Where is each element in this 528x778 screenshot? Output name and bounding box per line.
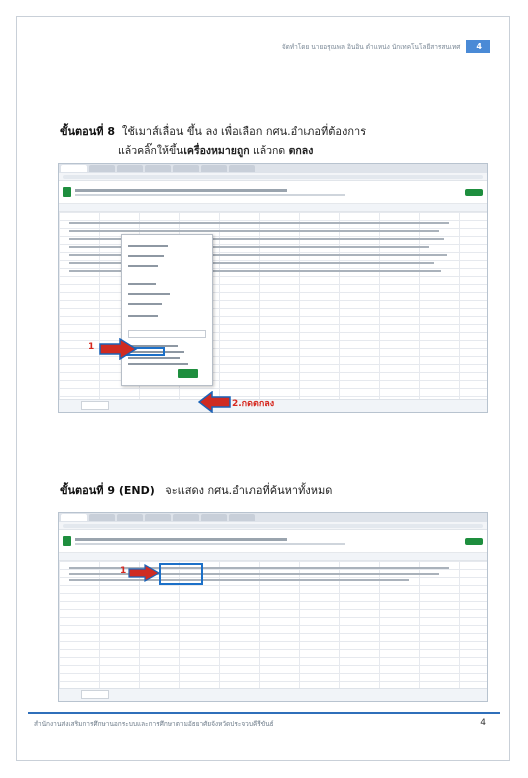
step8-subtitle: แล้วคลิ๊กให้ขึ้นเครื่องหมายถูก แล้วกด ตก… — [118, 142, 313, 159]
step8-marker-2: 2.กดตกลง — [232, 399, 275, 409]
sheets-toolbar — [59, 204, 487, 212]
step8-sub-bold2: ตกลง — [288, 145, 314, 157]
browser-tabbar — [59, 164, 487, 173]
sheets-icon-2 — [63, 536, 71, 546]
page-header: จัดทำโดย นายอรุณพล อินอิน ตำแหน่ง นักเทค… — [282, 40, 490, 53]
share-button-2 — [465, 537, 483, 545]
footer-rule — [28, 712, 500, 714]
step8-marker-1: 1 — [88, 342, 95, 352]
footer-page-number: 4 — [480, 718, 486, 728]
step9-screenshot — [58, 512, 488, 702]
header-author: จัดทำโดย นายอรุณพล อินอิน ตำแหน่ง นักเทค… — [281, 42, 461, 51]
step8-label: ขั้นตอนที่ 8 — [60, 125, 116, 138]
header-page-number: 4 — [466, 40, 490, 53]
filter-panel — [121, 234, 213, 386]
filter-ok-button — [178, 369, 198, 378]
step8-title: ขั้นตอนที่ 8 ใช้เมาส์เลื่อน ขึ้น ลง เพื่… — [60, 122, 366, 140]
arrow-right-icon-2 — [128, 564, 160, 582]
step9-title: ขั้นตอนที่ 9 (END) จะแสดง กศน.อำเภอที่ค้… — [60, 481, 332, 499]
browser-urlbar — [59, 173, 487, 181]
arrow-right-icon — [99, 338, 138, 360]
sheets-icon — [63, 187, 71, 197]
step9-marker-1: 1 — [120, 566, 127, 576]
footer-text: สำนักงานส่งเสริมการศึกษานอกระบบและการศึก… — [34, 720, 274, 728]
step8-text: ใช้เมาส์เลื่อน ขึ้น ลง เพื่อเลือก กศน.อำ… — [122, 125, 367, 138]
step9-text: จะแสดง กศน.อำเภอที่ค้นหาทั้งหมด — [165, 484, 333, 497]
filtered-cell-highlight — [159, 563, 203, 585]
filter-search-box — [128, 330, 206, 338]
step8-sub-prefix: แล้วคลิ๊กให้ขึ้น — [118, 145, 184, 157]
step8-sub-bold1: เครื่องหมายถูก — [183, 145, 250, 157]
step9-label: ขั้นตอนที่ 9 (END) — [60, 484, 155, 497]
step8-sub-mid: แล้วกด — [249, 145, 289, 157]
share-button — [465, 188, 483, 196]
sheets-appbar — [59, 181, 487, 204]
step8-screenshot — [58, 163, 488, 413]
arrow-left-icon — [198, 391, 231, 413]
